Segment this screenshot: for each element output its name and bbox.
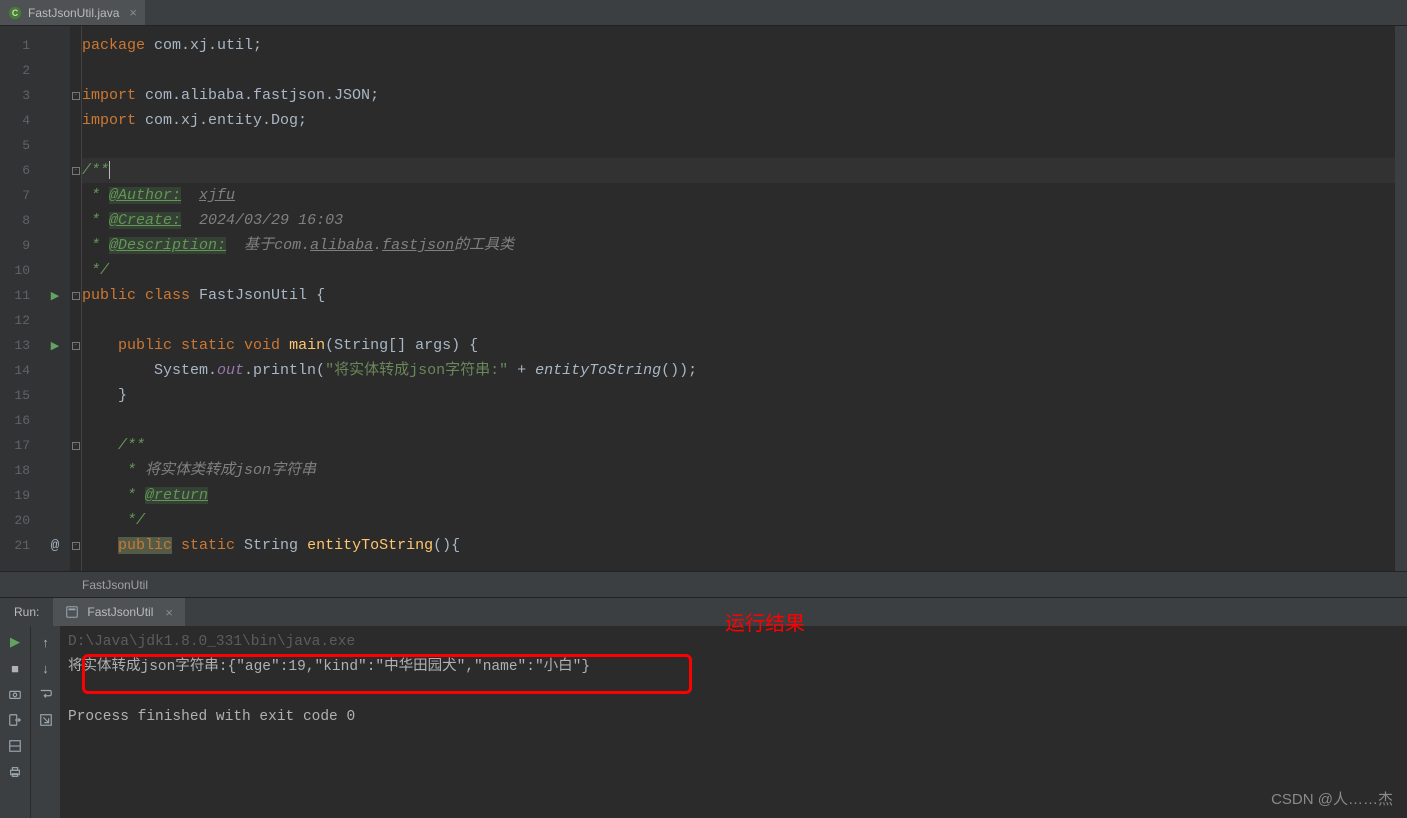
layout-icon[interactable] (7, 738, 23, 754)
scroll-to-end-icon[interactable] (38, 712, 54, 728)
annotation-box (82, 654, 692, 694)
run-label: Run: (0, 605, 53, 619)
run-toolbar-secondary: ↑ ↓ (30, 626, 60, 818)
vertical-scrollbar[interactable] (1395, 26, 1407, 571)
run-config-tab[interactable]: FastJsonUtil × (53, 598, 185, 626)
fold-icon[interactable]: - (72, 92, 80, 100)
fold-column: - - - - - - (70, 26, 82, 571)
run-toolbar-left: ▶ ■ (0, 626, 30, 818)
run-tool-window: Run: FastJsonUtil × ▶ ■ ↑ ↓ D:\Java\jdk1… (0, 597, 1407, 817)
stop-icon[interactable]: ■ (7, 660, 23, 676)
svg-text:C: C (12, 8, 19, 18)
code-area[interactable]: package com.xj.util; import com.alibaba.… (82, 26, 1407, 571)
line-number-gutter: 12 34 56 78 910 1112 1314 1516 1718 1920… (0, 26, 40, 571)
rerun-icon[interactable]: ▶ (7, 634, 23, 650)
code-editor[interactable]: 12 34 56 78 910 1112 1314 1516 1718 1920… (0, 26, 1407, 571)
application-icon (65, 605, 79, 619)
file-tab[interactable]: C FastJsonUtil.java × (0, 0, 145, 25)
exit-icon[interactable] (7, 712, 23, 728)
gutter-icon-column: ▶ ▶ @ (40, 26, 70, 571)
fold-icon[interactable]: - (72, 342, 80, 350)
soft-wrap-icon[interactable] (38, 686, 54, 702)
override-icon[interactable]: @ (51, 538, 59, 554)
editor-tab-bar: C FastJsonUtil.java × (0, 0, 1407, 26)
watermark: CSDN @人……杰 (1271, 788, 1393, 809)
console-line: Process finished with exit code 0 (68, 705, 1399, 730)
annotation-label: 运行结果 (725, 607, 805, 636)
fold-icon[interactable]: - (72, 542, 80, 550)
breadcrumb[interactable]: FastJsonUtil (0, 571, 1407, 597)
fold-icon[interactable]: - (72, 167, 80, 175)
run-class-icon[interactable]: ▶ (51, 289, 59, 302)
java-class-icon: C (8, 6, 22, 20)
close-icon[interactable]: × (165, 605, 173, 620)
up-icon[interactable]: ↑ (38, 634, 54, 650)
camera-icon[interactable] (7, 686, 23, 702)
run-method-icon[interactable]: ▶ (51, 339, 59, 352)
tab-filename: FastJsonUtil.java (28, 6, 119, 20)
text-caret (109, 161, 110, 179)
fold-icon[interactable]: - (72, 292, 80, 300)
fold-icon[interactable]: - (72, 442, 80, 450)
current-line-highlight (82, 158, 1407, 183)
close-icon[interactable]: × (129, 5, 137, 20)
run-header: Run: FastJsonUtil × (0, 598, 1407, 626)
print-icon[interactable] (7, 764, 23, 780)
down-icon[interactable]: ↓ (38, 660, 54, 676)
